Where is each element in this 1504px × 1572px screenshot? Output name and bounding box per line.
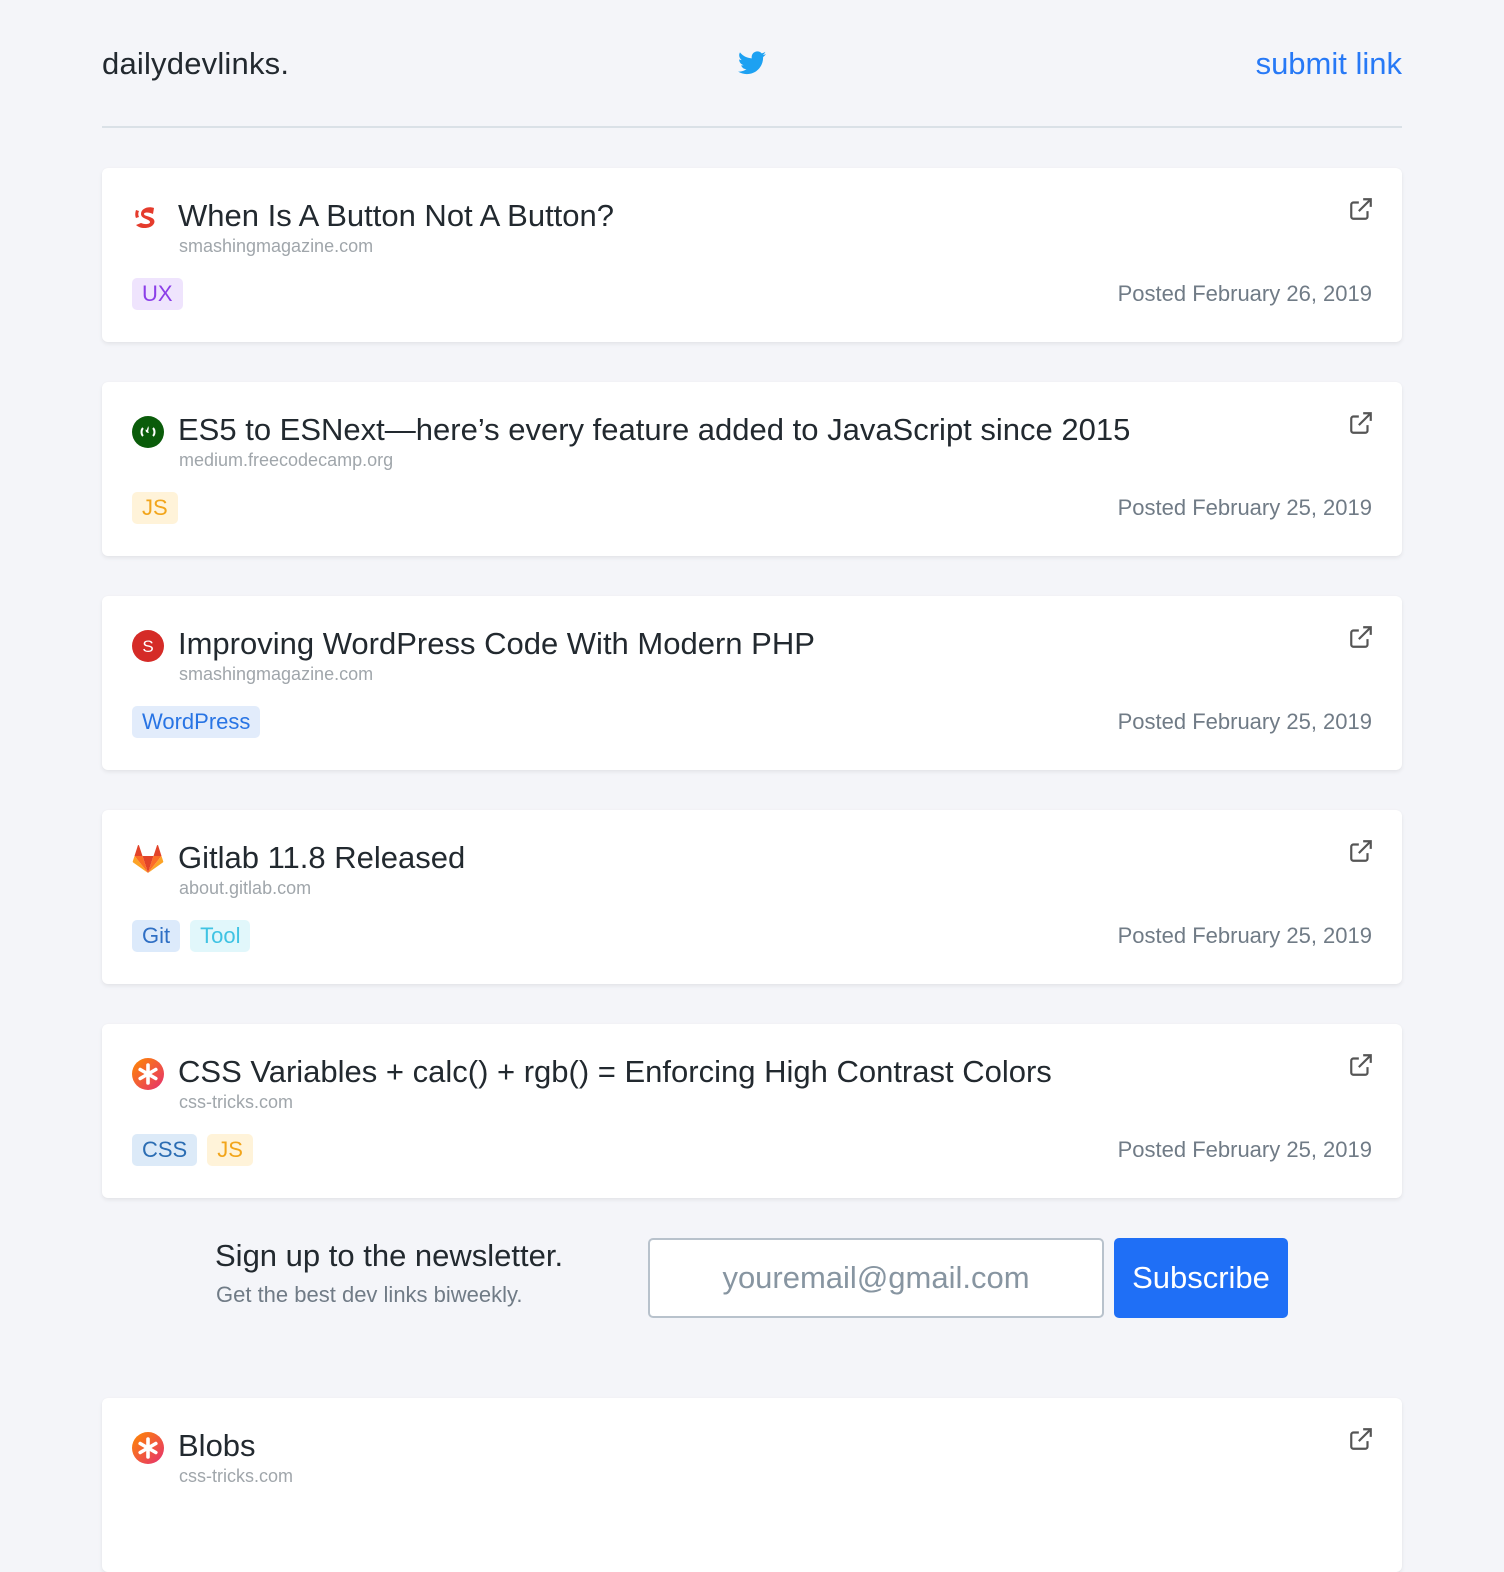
smashing-circle-icon: S: [132, 630, 164, 662]
tag-list: WordPress: [132, 706, 261, 738]
posted-date: Posted February 25, 2019: [1117, 495, 1372, 520]
newsletter-section: Sign up to the newsletter. Get the best …: [102, 1198, 1402, 1358]
posted-date: Posted February 25, 2019: [1117, 1137, 1372, 1162]
external-link-icon[interactable]: [1348, 838, 1374, 864]
svg-text:S: S: [142, 637, 153, 656]
link-domain: css-tricks.com: [179, 1092, 293, 1112]
link-list-more: Blobs css-tricks.com: [102, 1398, 1402, 1572]
tag-wordpress[interactable]: WordPress: [132, 706, 261, 738]
freecodecamp-icon: [132, 416, 164, 448]
tag-css[interactable]: CSS: [132, 1134, 198, 1166]
link-domain: smashingmagazine.com: [179, 664, 374, 684]
link-list: When Is A Button Not A Button? smashingm…: [102, 168, 1402, 1198]
external-link-icon[interactable]: [1348, 1052, 1374, 1078]
gitlab-icon: [132, 845, 164, 873]
smashing-magazine-icon: [135, 207, 155, 229]
link-domain: css-tricks.com: [179, 1466, 293, 1486]
tag-list: UX: [132, 278, 183, 310]
css-tricks-icon: [132, 1432, 164, 1464]
link-domain: medium.freecodecamp.org: [179, 450, 394, 470]
newsletter-subheading: Get the best dev links biweekly.: [216, 1282, 523, 1307]
subscribe-button[interactable]: Subscribe: [1114, 1238, 1288, 1318]
tag-tool[interactable]: Tool: [190, 920, 251, 952]
external-link-icon[interactable]: [1348, 196, 1374, 222]
link-card: ES5 to ESNext—here’s every feature added…: [102, 382, 1402, 556]
link-title[interactable]: When Is A Button Not A Button?: [178, 196, 614, 236]
link-card: CSS Variables + calc() + rgb() = Enforci…: [102, 1024, 1402, 1198]
twitter-icon[interactable]: [738, 50, 766, 76]
external-link-icon[interactable]: [1348, 624, 1374, 650]
site-header: dailydevlinks. submit link: [102, 0, 1402, 128]
link-card: When Is A Button Not A Button? smashingm…: [102, 168, 1402, 342]
newsletter-heading: Sign up to the newsletter.: [215, 1238, 564, 1273]
link-title[interactable]: CSS Variables + calc() + rgb() = Enforci…: [178, 1052, 1052, 1092]
tag-js[interactable]: JS: [207, 1134, 253, 1166]
email-input[interactable]: [648, 1238, 1104, 1318]
external-link-icon[interactable]: [1348, 1426, 1374, 1452]
tag-js[interactable]: JS: [132, 492, 178, 524]
css-tricks-icon: [132, 1058, 164, 1090]
link-card: S Improving WordPress Code With Modern P…: [102, 596, 1402, 770]
posted-date: Posted February 26, 2019: [1117, 281, 1372, 306]
link-title[interactable]: ES5 to ESNext—here’s every feature added…: [178, 410, 1130, 450]
posted-date: Posted February 25, 2019: [1117, 709, 1372, 734]
link-card: Gitlab 11.8 Released about.gitlab.com Gi…: [102, 810, 1402, 984]
tag-list: JS: [132, 492, 178, 524]
tag-list: CSS JS: [132, 1134, 253, 1166]
link-domain: smashingmagazine.com: [179, 236, 374, 256]
external-link-icon[interactable]: [1348, 410, 1374, 436]
link-title[interactable]: Blobs: [178, 1426, 256, 1466]
link-domain: about.gitlab.com: [179, 878, 312, 898]
brand-logo[interactable]: dailydevlinks.: [102, 44, 289, 84]
link-title[interactable]: Gitlab 11.8 Released: [178, 838, 465, 878]
posted-date: Posted February 25, 2019: [1117, 923, 1372, 948]
link-card: Blobs css-tricks.com: [102, 1398, 1402, 1572]
tag-list: Git Tool: [132, 920, 251, 952]
link-title[interactable]: Improving WordPress Code With Modern PHP: [178, 624, 815, 664]
tag-git[interactable]: Git: [132, 920, 181, 952]
tag-ux[interactable]: UX: [132, 278, 183, 310]
submit-link[interactable]: submit link: [1256, 44, 1402, 84]
